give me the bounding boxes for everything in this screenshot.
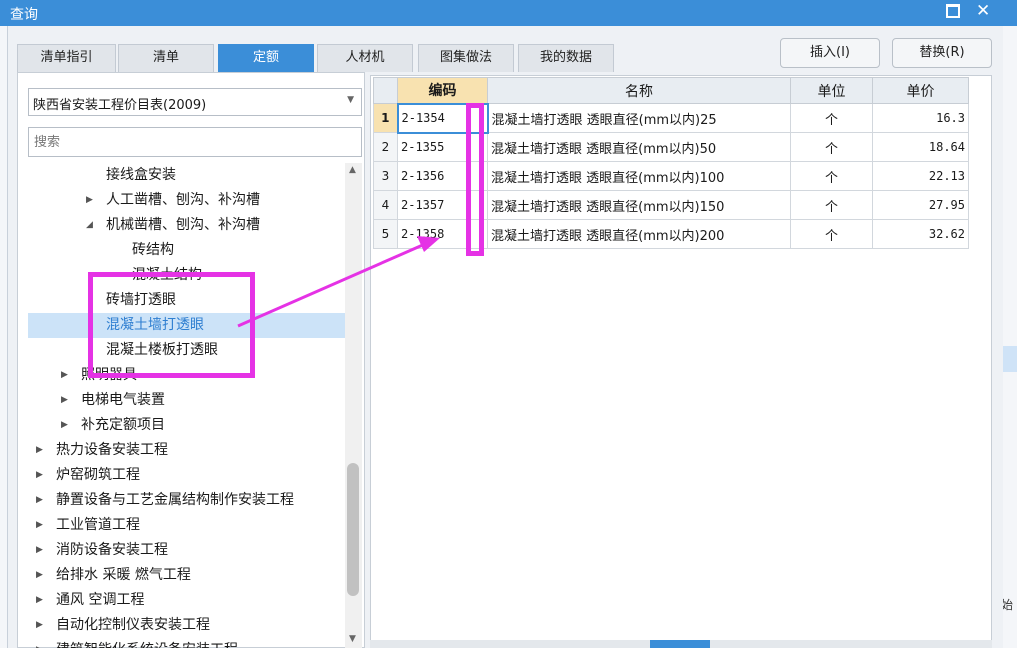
annotation-arrow-head [417, 236, 440, 252]
annotation-arrow [237, 236, 440, 328]
annotation-arrow-line [237, 242, 426, 328]
query-dialog: 查询 ✕ 清单指引 清单 定额 人材机 图集做法 我的数据 插入(I) 替换(R… [0, 0, 1017, 648]
